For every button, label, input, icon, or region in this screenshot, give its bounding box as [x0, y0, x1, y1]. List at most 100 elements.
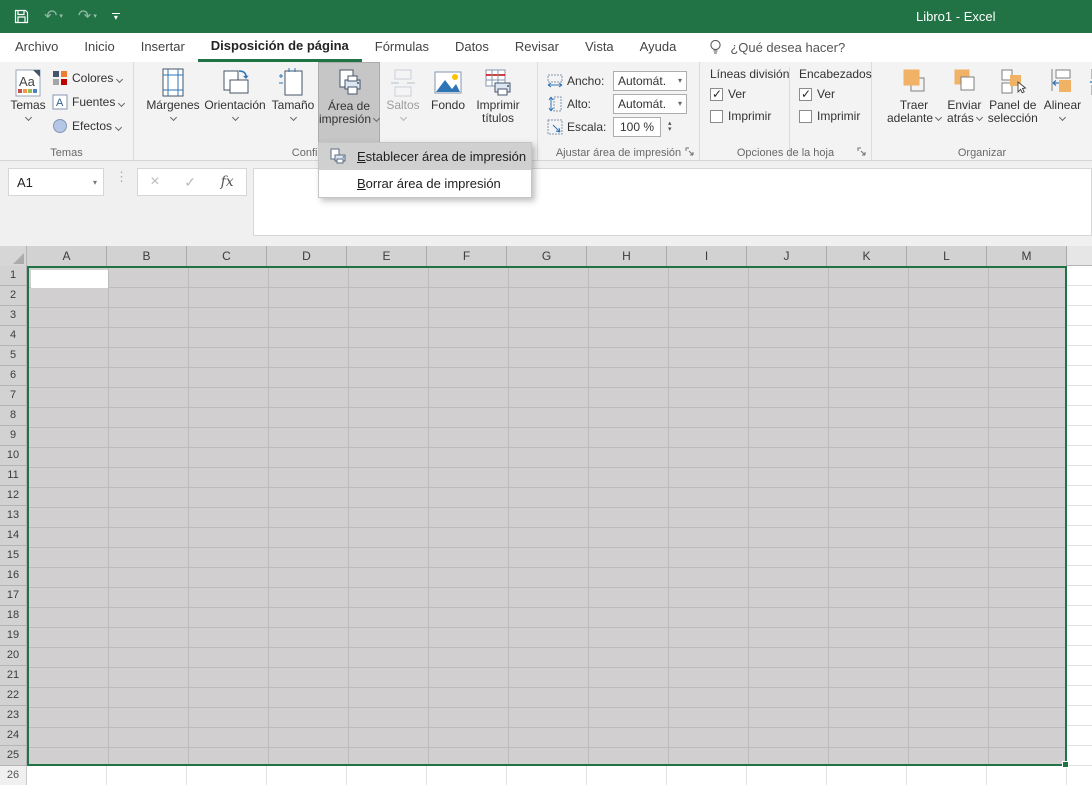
- tab-formulas[interactable]: Fórmulas: [362, 33, 442, 62]
- row-header[interactable]: 7: [0, 386, 27, 406]
- dialog-launcher-icon[interactable]: [685, 147, 695, 157]
- tab-insertar[interactable]: Insertar: [128, 33, 198, 62]
- column-header[interactable]: A: [27, 246, 107, 266]
- lineas-ver-checkbox-row[interactable]: Ver: [710, 87, 789, 101]
- row-header[interactable]: 9: [0, 426, 27, 446]
- row-header[interactable]: 1: [0, 266, 27, 286]
- insert-function-icon[interactable]: fx: [221, 174, 234, 190]
- tell-me-box[interactable]: ¿Qué desea hacer?: [709, 33, 845, 62]
- fondo-button[interactable]: Fondo: [426, 62, 470, 150]
- dialog-launcher-icon[interactable]: [857, 147, 867, 157]
- svg-text:Aa: Aa: [19, 74, 36, 89]
- colores-button[interactable]: Colores: [52, 68, 124, 87]
- orientacion-button[interactable]: Orientación: [202, 62, 268, 150]
- tab-ayuda[interactable]: Ayuda: [627, 33, 690, 62]
- alinear-button[interactable]: Alinear: [1041, 62, 1084, 150]
- tab-inicio[interactable]: Inicio: [71, 33, 127, 62]
- column-header[interactable]: G: [507, 246, 587, 266]
- row-header[interactable]: 20: [0, 646, 27, 666]
- tab-vista[interactable]: Vista: [572, 33, 627, 62]
- checkbox-icon[interactable]: [799, 88, 812, 101]
- column-header[interactable]: D: [267, 246, 347, 266]
- alto-select[interactable]: Automát. ▾: [613, 94, 687, 114]
- row-header[interactable]: 24: [0, 726, 27, 746]
- enviar-atras-button[interactable]: Enviar atrás: [944, 62, 985, 150]
- row-header[interactable]: 12: [0, 486, 27, 506]
- column-header[interactable]: H: [587, 246, 667, 266]
- row-header[interactable]: 4: [0, 326, 27, 346]
- row-header[interactable]: 17: [0, 586, 27, 606]
- cancel-icon[interactable]: ×: [150, 173, 159, 191]
- row-header[interactable]: 8: [0, 406, 27, 426]
- checkbox-icon[interactable]: [799, 110, 812, 123]
- column-header[interactable]: J: [747, 246, 827, 266]
- row-header[interactable]: 13: [0, 506, 27, 526]
- encabezados-ver-checkbox-row[interactable]: Ver: [799, 87, 872, 101]
- agrupar-button-cut[interactable]: Ag: [1084, 62, 1092, 150]
- name-box[interactable]: A1 ▾: [8, 168, 104, 196]
- column-header[interactable]: F: [427, 246, 507, 266]
- row-header[interactable]: 6: [0, 366, 27, 386]
- row-header[interactable]: 2: [0, 286, 27, 306]
- margenes-button[interactable]: Márgenes: [144, 62, 202, 150]
- tab-datos[interactable]: Datos: [442, 33, 502, 62]
- row-header[interactable]: 3: [0, 306, 27, 326]
- row-header[interactable]: 19: [0, 626, 27, 646]
- row-header[interactable]: 22: [0, 686, 27, 706]
- column-header[interactable]: L: [907, 246, 987, 266]
- column-header[interactable]: B: [107, 246, 187, 266]
- tamano-button[interactable]: Tamaño: [268, 62, 318, 150]
- select-all-corner[interactable]: [0, 246, 27, 266]
- imprimir-titulos-button[interactable]: Imprimir títulos: [470, 62, 526, 150]
- temas-icon: Aa: [11, 67, 45, 99]
- chevron-down-icon: [231, 114, 238, 121]
- efectos-button[interactable]: Efectos: [52, 116, 124, 135]
- ancho-select[interactable]: Automát. ▾: [613, 71, 687, 91]
- row-header[interactable]: 14: [0, 526, 27, 546]
- save-icon[interactable]: [14, 9, 29, 24]
- checkbox-icon[interactable]: [710, 110, 723, 123]
- row-header[interactable]: 11: [0, 466, 27, 486]
- fuentes-button[interactable]: A Fuentes: [52, 92, 124, 111]
- checkbox-icon[interactable]: [710, 88, 723, 101]
- group-organizar: Traer adelante Enviar atrás: [872, 62, 1092, 160]
- row-header[interactable]: 23: [0, 706, 27, 726]
- row-header[interactable]: 5: [0, 346, 27, 366]
- active-cell-A1[interactable]: [31, 270, 108, 288]
- menu-item-establecer-area[interactable]: Establecer área de impresión: [319, 143, 531, 170]
- temas-button[interactable]: Aa Temas: [6, 62, 50, 150]
- quick-access-toolbar: ↶▾ ↷▾ ▾: [14, 0, 120, 33]
- column-header[interactable]: M: [987, 246, 1067, 266]
- row-header[interactable]: 15: [0, 546, 27, 566]
- column-header[interactable]: I: [667, 246, 747, 266]
- row-header[interactable]: 10: [0, 446, 27, 466]
- resize-dots-icon[interactable]: ⋮: [115, 169, 128, 185]
- row-header[interactable]: 26: [0, 766, 27, 785]
- enter-icon[interactable]: ✓: [184, 174, 196, 191]
- escala-input[interactable]: 100 %: [613, 117, 661, 137]
- column-header[interactable]: K: [827, 246, 907, 266]
- customize-qat-icon[interactable]: ▾: [112, 13, 120, 21]
- area-de-impresion-button[interactable]: Área de impresión: [318, 62, 380, 150]
- escala-spinner[interactable]: ▴▾: [668, 121, 672, 133]
- row-header[interactable]: 21: [0, 666, 27, 686]
- chevron-down-icon[interactable]: ▾: [93, 178, 97, 187]
- enviar-atras-icon: [947, 67, 981, 99]
- row-header[interactable]: 18: [0, 606, 27, 626]
- set-print-area-icon: [319, 148, 357, 165]
- column-header[interactable]: C: [187, 246, 267, 266]
- fill-handle[interactable]: [1062, 761, 1069, 768]
- traer-adelante-button[interactable]: Traer adelante: [884, 62, 944, 150]
- panel-de-seleccion-button[interactable]: Panel de selección: [985, 62, 1041, 150]
- row-header[interactable]: 16: [0, 566, 27, 586]
- menu-item-borrar-area[interactable]: Borrar área de impresión: [319, 170, 531, 197]
- row-header[interactable]: 25: [0, 746, 27, 766]
- tab-archivo[interactable]: Archivo: [2, 33, 71, 62]
- column-header[interactable]: E: [347, 246, 427, 266]
- lineas-imprimir-checkbox-row[interactable]: Imprimir: [710, 109, 789, 123]
- tab-disposicion-de-pagina[interactable]: Disposición de página: [198, 33, 362, 62]
- tab-revisar[interactable]: Revisar: [502, 33, 572, 62]
- selected-range[interactable]: [27, 266, 1067, 766]
- encabezados-imprimir-checkbox-row[interactable]: Imprimir: [799, 109, 872, 123]
- saltos-icon: [386, 67, 420, 99]
